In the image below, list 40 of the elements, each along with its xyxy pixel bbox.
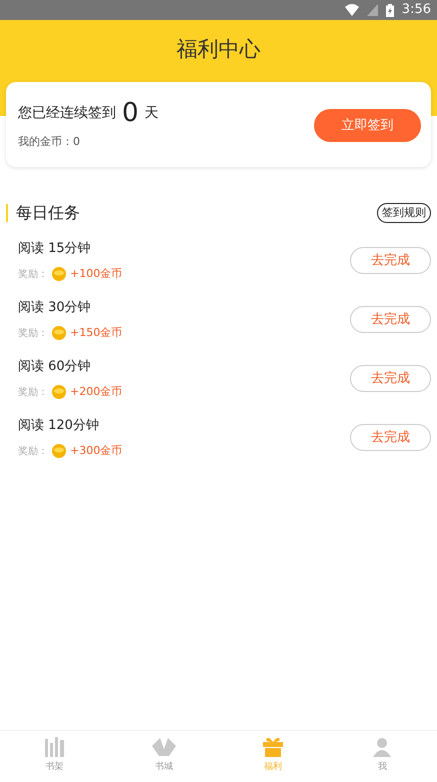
tab-bar-item[interactable]: 书架 [0,731,110,782]
reward-amount: +100金币 [70,266,122,282]
coin-icon [52,444,66,458]
tab-bar-item[interactable]: 书城 [109,731,218,782]
task-title: 阅读 120分钟 [18,416,100,434]
no-signal-icon [366,4,378,16]
task-title: 阅读 60分钟 [18,358,92,376]
gift-icon [262,737,284,757]
page-title: 福利中心 [176,37,260,61]
reward-amount: +200金币 [70,384,122,400]
reward-label: 奖励： [18,326,48,341]
open-book-icon [150,737,177,757]
rules-button[interactable]: 签到规则 [377,202,431,223]
reward-amount: +150金币 [70,325,122,341]
battery-icon [386,4,394,16]
coin-icon [52,326,66,340]
sign-in-button[interactable]: 立即签到 [314,108,421,142]
complete-task-button[interactable]: 去完成 [350,365,431,392]
reward-label: 奖励： [18,444,48,459]
reward-label: 奖励： [18,268,48,282]
reward-amount: +300金币 [70,443,122,459]
bookshelf-icon [44,737,66,757]
task-title: 阅读 15分钟 [18,240,92,258]
streak-label: 您已经连续签到 [18,104,116,122]
coin-icon [52,267,66,282]
person-icon [372,737,392,757]
tab-bar-item[interactable]: 我 [328,731,437,782]
streak-days: 0 [122,100,139,126]
complete-task-button[interactable]: 去完成 [350,247,431,274]
tab-bar-item[interactable]: 福利 [218,731,328,782]
clock-time: 3:56 [402,1,431,20]
coin-balance: 我的金币：0 [18,134,81,150]
reward-label: 奖励： [18,386,48,400]
complete-task-button[interactable]: 去完成 [350,424,431,451]
coin-icon [52,385,66,400]
complete-task-button[interactable]: 去完成 [350,306,431,333]
task-title: 阅读 30分钟 [18,298,92,316]
section-title: 每日任务 [6,204,80,222]
wifi-icon [344,4,359,16]
streak-unit: 天 [144,104,159,122]
